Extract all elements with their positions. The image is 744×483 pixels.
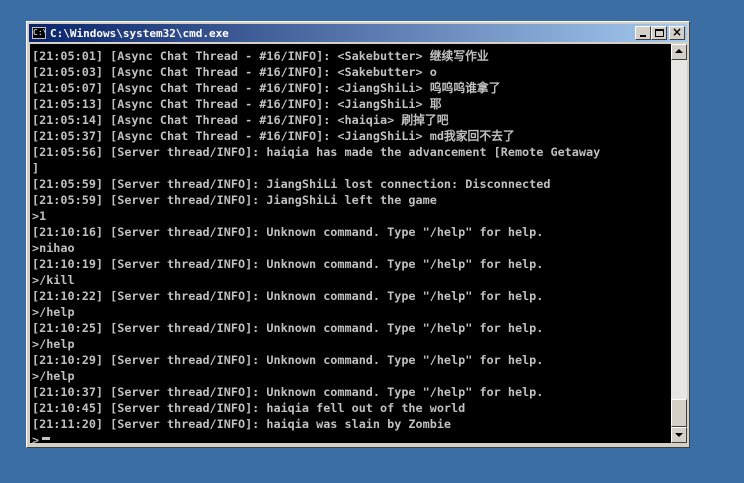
vertical-scrollbar[interactable] bbox=[671, 44, 687, 443]
console-line: ] bbox=[32, 161, 40, 175]
window-title: C:\Windows\system32\cmd.exe bbox=[50, 26, 229, 40]
close-icon: × bbox=[671, 25, 683, 39]
text-cursor bbox=[42, 437, 50, 440]
console-line: [21:10:37] [Server thread/INFO]: Unknown… bbox=[32, 385, 544, 399]
console-line: > bbox=[32, 433, 40, 443]
cmd-window: C:\ C:\Windows\system32\cmd.exe × [21:05… bbox=[26, 21, 690, 448]
console-line: [21:10:29] [Server thread/INFO]: Unknown… bbox=[32, 353, 544, 367]
scrollbar-thumb[interactable] bbox=[671, 399, 687, 427]
console-line: [21:05:13] [Async Chat Thread - #16/INFO… bbox=[32, 97, 442, 111]
console-line: [21:10:19] [Server thread/INFO]: Unknown… bbox=[32, 257, 544, 271]
maximize-button[interactable] bbox=[651, 26, 667, 40]
scroll-down-arrow-icon bbox=[675, 433, 683, 437]
console-line: [21:05:56] [Server thread/INFO]: haiqia … bbox=[32, 145, 601, 159]
minimize-icon bbox=[640, 35, 646, 37]
console-line: >/help bbox=[32, 369, 75, 383]
minimize-button[interactable] bbox=[635, 26, 651, 40]
console-line: >/help bbox=[32, 337, 75, 351]
window-controls: × bbox=[635, 25, 685, 40]
console-line: >nihao bbox=[32, 241, 75, 255]
console-line: [21:05:59] [Server thread/INFO]: JiangSh… bbox=[32, 193, 437, 207]
cmd-console-icon[interactable]: C:\ bbox=[32, 27, 46, 39]
console-line: [21:05:01] [Async Chat Thread - #16/INFO… bbox=[32, 49, 489, 63]
console-line: [21:10:22] [Server thread/INFO]: Unknown… bbox=[32, 289, 544, 303]
console-line: >/kill bbox=[32, 273, 75, 287]
scroll-up-button[interactable] bbox=[671, 44, 687, 60]
console-line: >1 bbox=[32, 209, 47, 223]
title-bar[interactable]: C:\ C:\Windows\system32\cmd.exe × bbox=[29, 24, 687, 42]
maximize-icon bbox=[655, 29, 664, 37]
console-line: [21:05:37] [Async Chat Thread - #16/INFO… bbox=[32, 129, 515, 143]
close-button[interactable]: × bbox=[669, 25, 685, 40]
console-line: [21:05:14] [Async Chat Thread - #16/INFO… bbox=[32, 113, 449, 127]
console-line: >/help bbox=[32, 305, 75, 319]
console-line: [21:10:16] [Server thread/INFO]: Unknown… bbox=[32, 225, 544, 239]
console-line: [21:10:45] [Server thread/INFO]: haiqia … bbox=[32, 401, 466, 415]
console-line: [21:10:25] [Server thread/INFO]: Unknown… bbox=[32, 321, 544, 335]
console-line: [21:05:03] [Async Chat Thread - #16/INFO… bbox=[32, 65, 437, 79]
console-line: [21:11:20] [Server thread/INFO]: haiqia … bbox=[32, 417, 452, 431]
console-output[interactable]: [21:05:01] [Async Chat Thread - #16/INFO… bbox=[30, 44, 671, 443]
console-line: [21:05:07] [Async Chat Thread - #16/INFO… bbox=[32, 81, 501, 95]
scroll-up-arrow-icon bbox=[675, 49, 683, 53]
scroll-down-button[interactable] bbox=[671, 427, 687, 443]
console-line: [21:05:59] [Server thread/INFO]: JiangSh… bbox=[32, 177, 551, 191]
